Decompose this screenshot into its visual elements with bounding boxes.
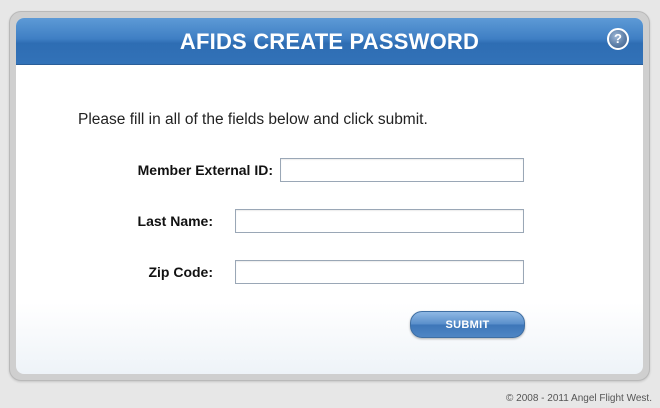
zip-code-input[interactable] [235,260,524,284]
member-external-id-label: Member External ID: [137,162,273,178]
page-title: AFIDS CREATE PASSWORD [179,29,480,54]
last-name-input[interactable] [235,209,524,233]
panel-body: AFIDS CREATE PASSWORD ? Please fill in a… [16,18,643,374]
zip-code-label: Zip Code: [148,264,213,280]
instructions-text: Please fill in all of the fields below a… [78,111,428,128]
help-icon[interactable]: ? [607,28,629,50]
copyright-footer: © 2008 - 2011 Angel Flight West. [506,393,652,404]
last-name-label: Last Name: [137,213,213,229]
submit-button[interactable]: SUBMIT [410,311,525,338]
member-external-id-input[interactable] [280,158,524,182]
create-password-panel: AFIDS CREATE PASSWORD ? Please fill in a… [9,11,650,381]
panel-header: AFIDS CREATE PASSWORD ? [16,18,643,65]
